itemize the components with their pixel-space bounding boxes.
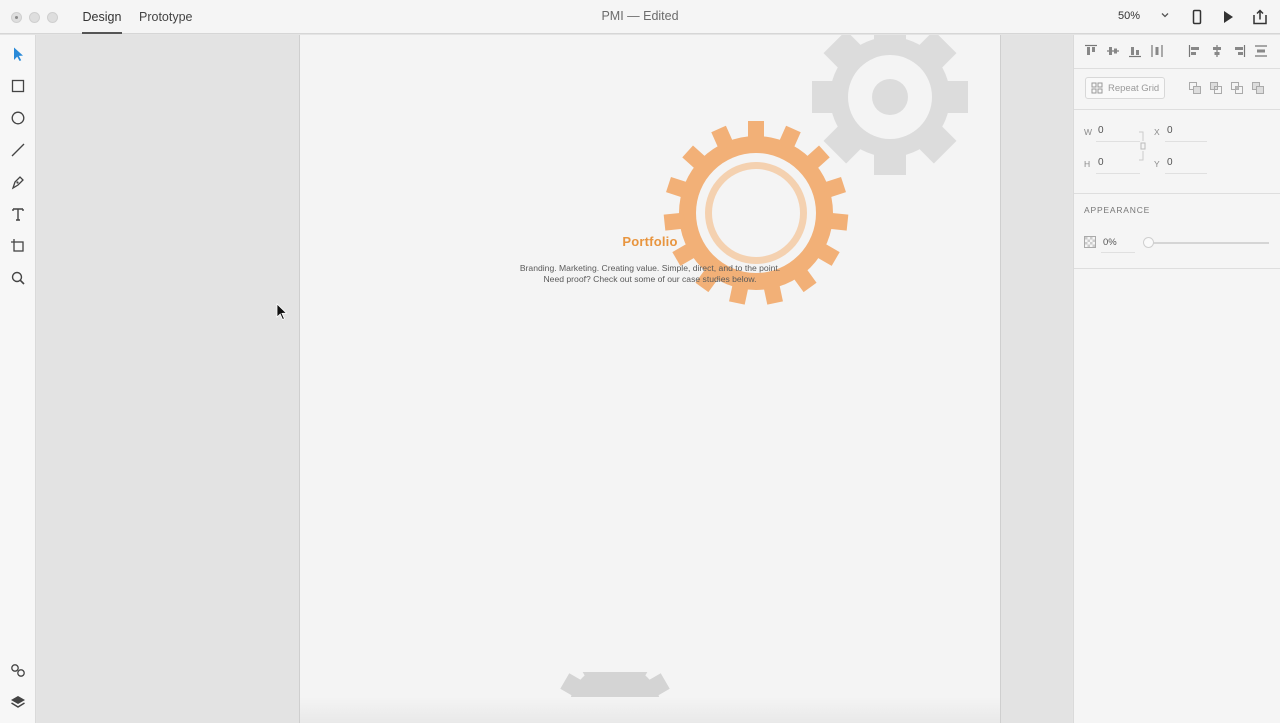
- y-input[interactable]: 0: [1167, 157, 1173, 168]
- app-window: Design Prototype PMI — Edited 50% Portfo…: [0, 0, 1280, 723]
- opacity-slider-thumb[interactable]: [1143, 237, 1154, 248]
- property-inspector: Repeat Grid W 0 X 0 H 0 Y 0 APPEARANCE 0…: [1073, 35, 1280, 723]
- opacity-input[interactable]: 0%: [1103, 237, 1117, 248]
- height-label: H: [1084, 159, 1091, 169]
- title-bar: Design Prototype PMI — Edited 50%: [0, 0, 1280, 34]
- opacity-underline: [1101, 252, 1135, 253]
- align-top-icon[interactable]: [1084, 44, 1098, 58]
- width-label: W: [1084, 127, 1093, 137]
- width-underline: [1096, 141, 1140, 142]
- portfolio-heading: Portfolio: [622, 234, 678, 249]
- opacity-icon: [1084, 236, 1096, 248]
- opacity-slider-track[interactable]: [1149, 242, 1269, 244]
- boolean-add-icon[interactable]: [1188, 81, 1202, 95]
- y-underline: [1165, 173, 1207, 174]
- x-input[interactable]: 0: [1167, 125, 1173, 136]
- share-icon[interactable]: [1252, 9, 1268, 25]
- panel-divider: [1074, 68, 1280, 69]
- height-underline: [1096, 173, 1140, 174]
- repeat-grid-label: Repeat Grid: [1108, 83, 1160, 94]
- x-underline: [1165, 141, 1207, 142]
- play-icon[interactable]: [1220, 9, 1236, 25]
- align-middle-icon[interactable]: [1106, 44, 1120, 58]
- y-label: Y: [1154, 159, 1160, 169]
- lock-aspect-icon[interactable]: [1138, 131, 1146, 161]
- artboard-bottom-strip: [300, 697, 1000, 723]
- tool-bar: [0, 35, 36, 723]
- line-icon[interactable]: [9, 141, 27, 159]
- chevron-down-icon[interactable]: [1160, 10, 1170, 20]
- ellipse-icon[interactable]: [9, 109, 27, 127]
- distribute-vertical-icon[interactable]: [1254, 44, 1268, 58]
- panel-divider: [1074, 193, 1280, 194]
- description-line-2: Need proof? Check out some of our case s…: [543, 273, 757, 284]
- symbols-icon[interactable]: [9, 661, 27, 679]
- mouse-cursor-icon: [276, 303, 288, 321]
- close-window-button[interactable]: [11, 12, 22, 23]
- x-label: X: [1154, 127, 1160, 137]
- tab-prototype[interactable]: Prototype: [139, 8, 193, 34]
- layers-icon[interactable]: [9, 693, 27, 711]
- boolean-intersect-icon[interactable]: [1230, 81, 1244, 95]
- artboard[interactable]: Portfolio Branding. Marketing. Creating …: [299, 35, 1001, 723]
- pen-icon[interactable]: [9, 173, 27, 191]
- align-left-icon[interactable]: [1188, 44, 1202, 58]
- description-line-1: Branding. Marketing. Creating value. Sim…: [519, 263, 781, 273]
- distribute-horizontal-icon[interactable]: [1150, 44, 1164, 58]
- canvas-pasteboard[interactable]: Portfolio Branding. Marketing. Creating …: [37, 35, 1072, 723]
- device-preview-icon[interactable]: [1189, 9, 1205, 25]
- width-input[interactable]: 0: [1098, 125, 1104, 136]
- repeat-grid-icon: [1091, 82, 1103, 94]
- align-center-icon[interactable]: [1210, 44, 1224, 58]
- document-title: PMI — Edited: [601, 9, 679, 23]
- text-icon[interactable]: [9, 205, 27, 223]
- panel-divider: [1074, 109, 1280, 110]
- tab-design[interactable]: Design: [82, 8, 122, 34]
- height-input[interactable]: 0: [1098, 157, 1104, 168]
- artboard-icon[interactable]: [9, 237, 27, 255]
- rectangle-icon[interactable]: [9, 77, 27, 95]
- zoom-level[interactable]: 50%: [1118, 10, 1140, 22]
- select-arrow-icon[interactable]: [9, 45, 27, 63]
- boolean-exclude-icon[interactable]: [1251, 81, 1265, 95]
- repeat-grid-button[interactable]: Repeat Grid: [1085, 77, 1165, 99]
- appearance-section-title: APPEARANCE: [1084, 205, 1151, 215]
- minimize-window-button[interactable]: [29, 12, 40, 23]
- boolean-subtract-icon[interactable]: [1209, 81, 1223, 95]
- zoom-icon[interactable]: [9, 269, 27, 287]
- portfolio-description: Branding. Marketing. Creating value. Sim…: [480, 263, 820, 284]
- align-right-icon[interactable]: [1232, 44, 1246, 58]
- zoom-window-button[interactable]: [47, 12, 58, 23]
- align-bottom-icon[interactable]: [1128, 44, 1142, 58]
- panel-divider: [1074, 268, 1280, 269]
